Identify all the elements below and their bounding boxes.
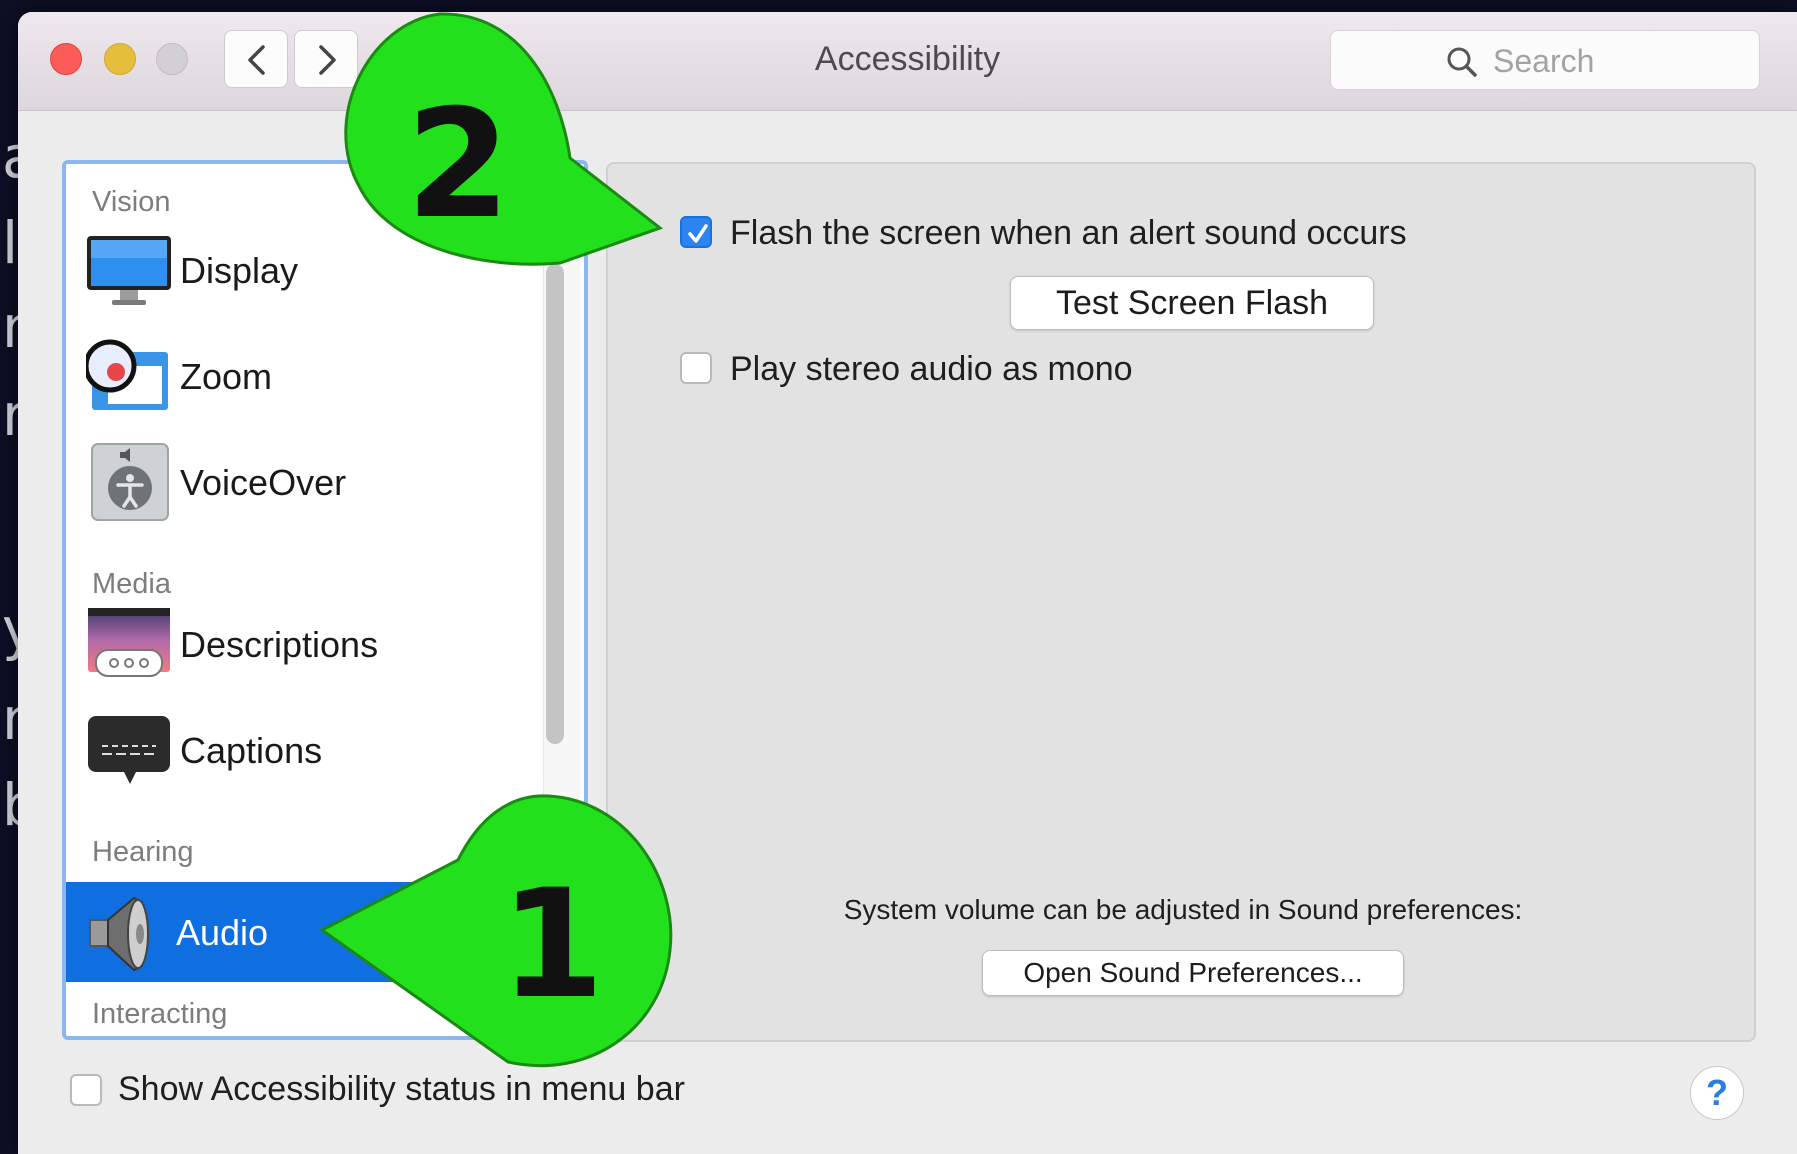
sidebar-item-label: Captions: [180, 730, 323, 771]
sidebar-item-voiceover[interactable]: VoiceOver: [70, 432, 540, 532]
help-button[interactable]: ?: [1690, 1066, 1744, 1120]
title-bar: Accessibility: [18, 12, 1797, 111]
audio-settings-panel: Flash the screen when an alert sound occ…: [606, 162, 1756, 1042]
section-header-interacting: Interacting: [92, 998, 228, 1030]
search-input[interactable]: [1491, 43, 1745, 79]
voiceover-icon: [91, 443, 169, 521]
descriptions-icon: [88, 608, 170, 677]
section-header-hearing: Hearing: [92, 836, 194, 868]
display-icon: [87, 236, 171, 305]
sidebar-item-label: Display: [180, 250, 299, 291]
sidebar-item-label: VoiceOver: [180, 462, 347, 503]
sidebar-item-label: Zoom: [180, 356, 273, 397]
sidebar-item-descriptions[interactable]: Descriptions: [70, 594, 540, 694]
volume-note: System volume can be adjusted in Sound p…: [843, 894, 1523, 925]
background-text-fragment: l: [2, 209, 19, 277]
zoom-icon: [86, 339, 168, 410]
search-field[interactable]: [1330, 30, 1760, 90]
sidebar-scroll-thumb[interactable]: [546, 264, 564, 744]
flash-screen-checkbox[interactable]: [680, 216, 712, 248]
captions-icon: [88, 716, 170, 784]
callout-2-number: 2: [406, 78, 511, 252]
test-screen-flash-button[interactable]: Test Screen Flash: [1010, 276, 1374, 330]
search-icon: [1447, 47, 1477, 77]
sidebar-item-label: Audio: [176, 912, 269, 953]
stereo-mono-checkbox[interactable]: [680, 352, 712, 384]
checkmark-icon: [688, 224, 708, 243]
sidebar-item-zoom[interactable]: Zoom: [70, 326, 540, 426]
status-menu-checkbox[interactable]: [70, 1074, 102, 1106]
callout-1-number: 1: [500, 858, 605, 1032]
preferences-window: Accessibility Vision Display: [18, 12, 1797, 1154]
flash-screen-label: Flash the screen when an alert sound occ…: [730, 214, 1407, 252]
sidebar-item-captions[interactable]: Captions: [70, 700, 540, 800]
sidebar-item-label: Descriptions: [180, 624, 379, 665]
stereo-mono-label: Play stereo audio as mono: [730, 350, 1133, 388]
speaker-icon: [89, 896, 149, 972]
section-header-vision: Vision: [92, 186, 171, 218]
open-sound-preferences-button[interactable]: Open Sound Preferences...: [982, 950, 1404, 996]
